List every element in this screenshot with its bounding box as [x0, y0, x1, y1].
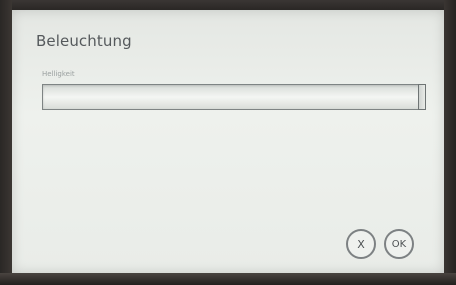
ok-button[interactable]: OK	[384, 229, 414, 259]
dialog-title: Beleuchtung	[36, 32, 132, 50]
device-bezel-bottom	[0, 273, 456, 285]
cancel-button[interactable]: X	[346, 229, 376, 259]
device-bezel-right	[444, 0, 456, 285]
device-bezel-left	[0, 0, 12, 285]
brightness-slider-thumb[interactable]	[418, 84, 426, 110]
brightness-slider[interactable]	[42, 84, 426, 110]
device-bezel-top	[0, 0, 456, 10]
brightness-slider-fill	[44, 86, 422, 108]
brightness-label: Helligkeit	[42, 70, 75, 78]
dialog-screen: Beleuchtung Helligkeit X OK	[12, 10, 444, 273]
